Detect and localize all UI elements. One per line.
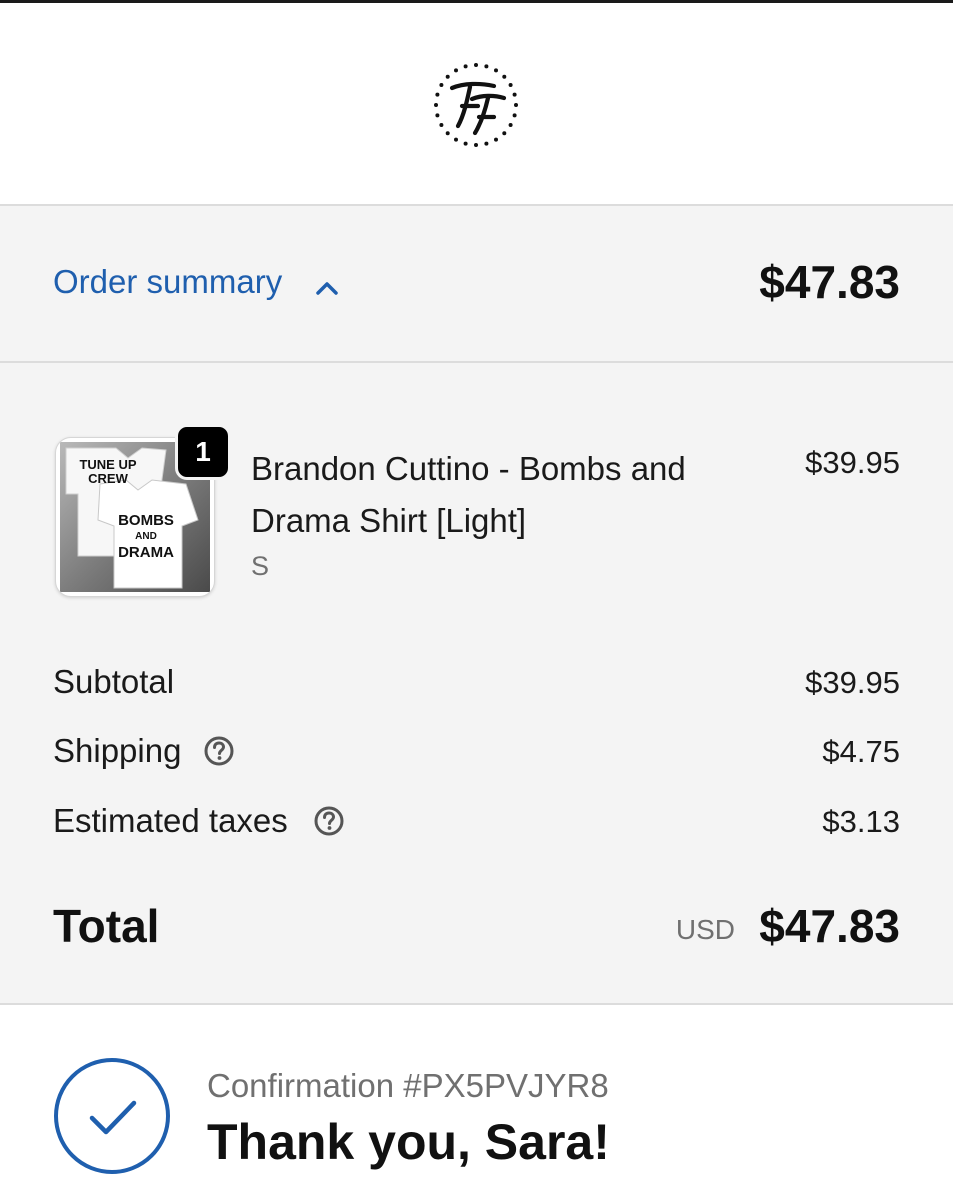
check-circle-icon bbox=[54, 1058, 170, 1174]
product-variant: S bbox=[251, 551, 270, 581]
order-summary-label[interactable]: Order summary bbox=[53, 263, 282, 301]
store-logo[interactable] bbox=[432, 61, 520, 149]
checkout-page: Order summary $47.83 TUNE UP CREW BOMBS … bbox=[0, 0, 953, 1200]
total-label: Total bbox=[53, 900, 160, 952]
shipping-help-icon[interactable] bbox=[203, 735, 235, 767]
order-summary-toggle[interactable]: Order summary $47.83 bbox=[0, 206, 953, 363]
chevron-up-icon[interactable] bbox=[314, 278, 340, 296]
header bbox=[0, 3, 953, 206]
taxes-row-label: Estimated taxes bbox=[53, 802, 345, 840]
confirmation-number: Confirmation #PX5PVJYR8 bbox=[207, 1067, 609, 1104]
thumb-text-3: BOMBS bbox=[118, 512, 174, 529]
shipping-row-label: Shipping bbox=[53, 732, 235, 770]
thumb-text-2: CREW bbox=[88, 471, 128, 486]
total-currency: USD bbox=[675, 914, 735, 945]
taxes-help-icon[interactable] bbox=[313, 805, 345, 837]
taxes-value: $3.13 bbox=[822, 804, 900, 839]
product-price: $39.95 bbox=[805, 445, 900, 480]
thumb-text-4: AND bbox=[135, 531, 157, 542]
thumb-text-1: TUNE UP bbox=[79, 457, 136, 472]
order-summary-panel: TUNE UP CREW BOMBS AND DRAMA 1 Brandon C… bbox=[0, 363, 953, 1005]
taxes-label: Estimated taxes bbox=[53, 802, 288, 839]
total-value: $47.83 bbox=[759, 900, 900, 952]
thank-you-heading: Thank you, Sara! bbox=[207, 1114, 610, 1170]
confirmation-section: Confirmation #PX5PVJYR8 Thank you, Sara! bbox=[0, 1005, 953, 1200]
product-name: Brandon Cuttino - Bombs and Drama Shirt … bbox=[251, 450, 686, 539]
thumb-text-5: DRAMA bbox=[118, 544, 174, 561]
subtotal-value: $39.95 bbox=[805, 665, 900, 700]
shipping-label: Shipping bbox=[53, 732, 182, 769]
quantity-badge: 1 bbox=[175, 424, 231, 480]
shipping-value: $4.75 bbox=[822, 734, 900, 769]
subtotal-label: Subtotal bbox=[53, 663, 175, 700]
order-summary-total: $47.83 bbox=[759, 256, 900, 308]
